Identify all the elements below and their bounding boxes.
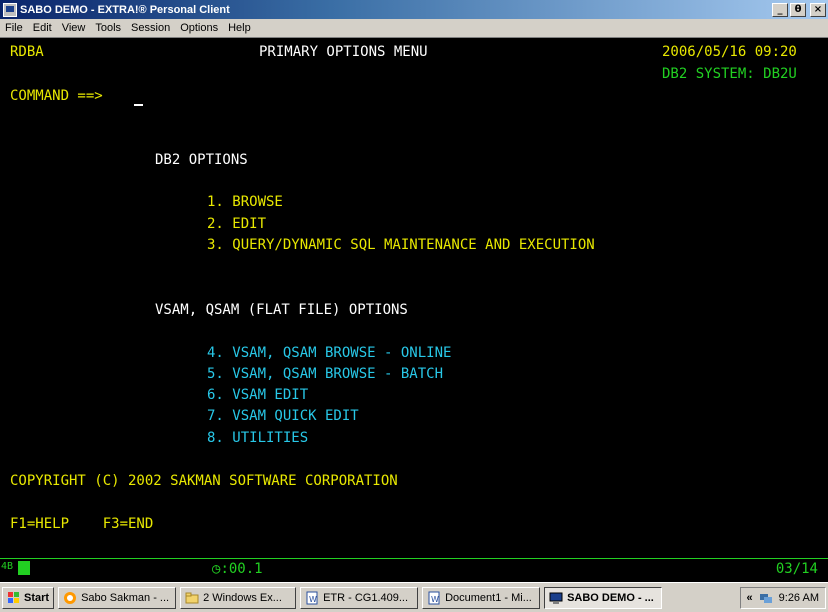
svg-text:W: W (431, 595, 439, 604)
task-label: 2 Windows Ex... (203, 591, 282, 604)
ready-indicator (18, 561, 30, 575)
network-icon[interactable] (759, 591, 773, 605)
option-vsam-browse-online[interactable]: 4. VSAM, QSAM BROWSE - ONLINE (207, 345, 451, 361)
browser-icon (64, 591, 77, 604)
app-icon (3, 2, 17, 17)
task-label: SABO DEMO - ... (567, 591, 654, 604)
menu-view[interactable]: View (57, 22, 91, 34)
task-document1[interactable]: W Document1 - Mi... (422, 586, 541, 609)
window-title: SABO DEMO - EXTRA!® Personal Client (20, 3, 230, 16)
session-indicator: 4B (1, 561, 14, 572)
restore-button[interactable]: θ (790, 2, 806, 17)
menu-tools[interactable]: Tools (90, 22, 126, 34)
task-label: Sabo Sakman - ... (81, 591, 170, 604)
screen-title: PRIMARY OPTIONS MENU (259, 44, 428, 60)
minimize-button[interactable]: _ (772, 2, 788, 17)
system-tray: « 9:26 AM (739, 586, 826, 609)
response-timer: ◷:00.1 (212, 561, 263, 577)
command-input[interactable] (134, 104, 143, 106)
pf-keys: F1=HELP F3=END (10, 516, 154, 532)
option-utilities[interactable]: 8. UTILITIES (207, 430, 308, 446)
menu-file[interactable]: File (0, 22, 28, 34)
close-button[interactable]: × (810, 2, 826, 17)
task-etr[interactable]: W ETR - CG1.409... (300, 586, 419, 609)
terminal-screen[interactable]: RDBA PRIMARY OPTIONS MENU 2006/05/16 09:… (0, 38, 828, 558)
clock[interactable]: 9:26 AM (779, 592, 819, 604)
start-label: Start (24, 591, 50, 604)
windows-logo-icon (8, 591, 19, 603)
cursor-position: 03/14 (775, 561, 818, 577)
option-vsam-quick-edit[interactable]: 7. VSAM QUICK EDIT (207, 408, 359, 424)
title-bar: SABO DEMO - EXTRA!® Personal Client _ θ … (0, 0, 828, 19)
window-controls: _ θ × (772, 2, 826, 17)
timer-value: :00.1 (220, 561, 263, 577)
option-vsam-browse-batch[interactable]: 5. VSAM, QSAM BROWSE - BATCH (207, 366, 443, 382)
db2-options-header: DB2 OPTIONS (155, 152, 248, 168)
word-document-icon: W (306, 591, 318, 604)
option-edit[interactable]: 2. EDIT (207, 216, 266, 232)
menu-help[interactable]: Help (223, 22, 256, 34)
word-document-icon: W (428, 591, 440, 604)
tray-expand-button[interactable]: « (747, 592, 753, 604)
userid: RDBA (10, 44, 44, 60)
svg-text:W: W (309, 595, 317, 604)
menu-options[interactable]: Options (175, 22, 223, 34)
option-browse[interactable]: 1. BROWSE (207, 194, 283, 210)
menu-bar: File Edit View Tools Session Options Hel… (0, 19, 828, 38)
status-line: 4B ◷:00.1 03/14 (0, 558, 828, 578)
menu-session[interactable]: Session (126, 22, 175, 34)
task-windows-explorer[interactable]: 2 Windows Ex... (180, 586, 297, 609)
copyright: COPYRIGHT (C) 2002 SAKMAN SOFTWARE CORPO… (10, 473, 398, 489)
option-query-sql[interactable]: 3. QUERY/DYNAMIC SQL MAINTENANCE AND EXE… (207, 237, 595, 253)
datetime: 2006/05/16 09:20 (662, 44, 797, 60)
option-vsam-edit[interactable]: 6. VSAM EDIT (207, 387, 308, 403)
task-label: ETR - CG1.409... (323, 591, 409, 604)
db2-system: DB2 SYSTEM: DB2U (662, 66, 797, 82)
task-sabo-demo[interactable]: SABO DEMO - ... (544, 586, 663, 609)
taskbar: Start Sabo Sakman - ... 2 Windows Ex... … (0, 582, 828, 612)
task-sabo-sakman[interactable]: Sabo Sakman - ... (58, 586, 177, 609)
task-label: Document1 - Mi... (445, 591, 532, 604)
start-button[interactable]: Start (2, 586, 55, 609)
vsam-options-header: VSAM, QSAM (FLAT FILE) OPTIONS (155, 302, 408, 318)
folder-icon (185, 592, 199, 603)
terminal-icon (549, 592, 563, 604)
menu-edit[interactable]: Edit (28, 22, 57, 34)
command-label: COMMAND ==> (10, 88, 103, 104)
